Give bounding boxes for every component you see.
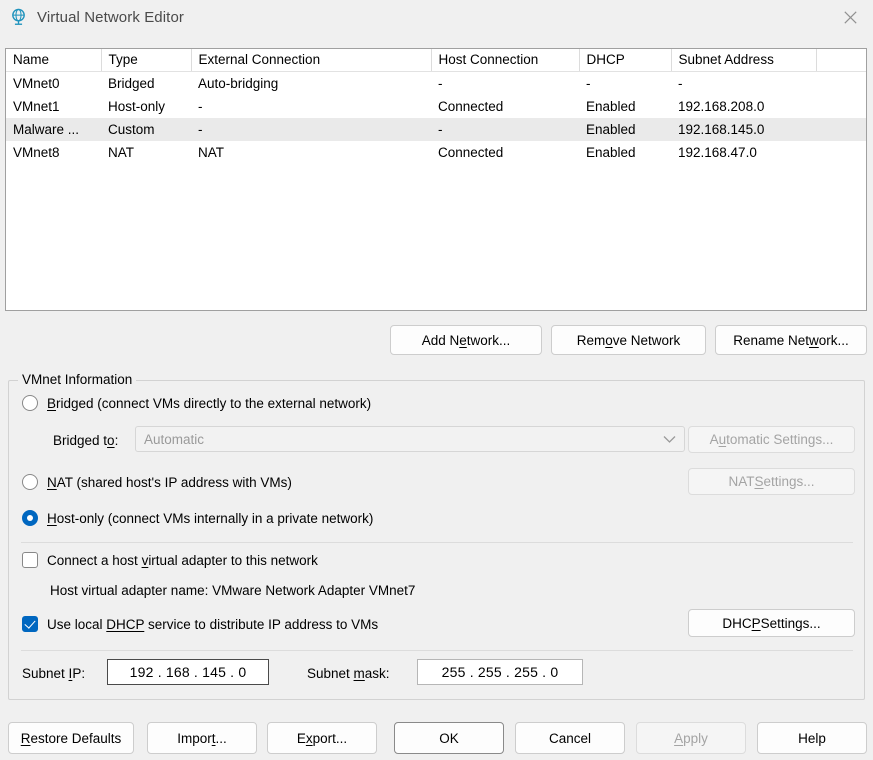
column-header-spacer <box>816 49 866 72</box>
cell-external_connection: - <box>198 98 203 114</box>
table-header-row: Name Type External Connection Host Conne… <box>6 49 866 72</box>
connect-host-adapter-checkbox[interactable] <box>22 552 38 568</box>
cell-dhcp: Enabled <box>586 144 636 160</box>
restore-defaults-button[interactable]: Restore Defaults <box>8 722 134 754</box>
host-adapter-name-text: Host virtual adapter name: VMware Networ… <box>50 583 416 598</box>
column-header-dhcp[interactable]: DHCP <box>579 49 672 72</box>
subnet-mask-value: 255 . 255 . 255 . 0 <box>441 664 559 680</box>
cell-host_connection: - <box>431 117 579 141</box>
bridged-to-label: Bridged to: <box>53 433 119 448</box>
cell-name: VMnet0 <box>13 75 60 91</box>
cell-host_connection: Connected <box>438 98 504 114</box>
bridged-to-combobox[interactable]: Automatic <box>135 426 685 452</box>
nat-settings-button[interactable]: NAT Settings... <box>688 468 855 495</box>
subnet-mask-label: Subnet mask: <box>307 666 390 681</box>
host-only-radio-row[interactable]: Host-only (connect VMs internally in a p… <box>22 510 373 526</box>
rename-network-button[interactable]: Rename Net w ork... <box>715 325 867 355</box>
cell-host_connection: Connected <box>438 144 504 160</box>
column-header-subnet-address[interactable]: Subnet Address <box>671 49 817 72</box>
dhcp-settings-button[interactable]: DHC P Settings... <box>688 609 855 637</box>
dialog-button-bar: Restore Defaults Impor t... Ex port... OK … <box>0 722 873 754</box>
cell-dhcp: Enabled <box>579 117 671 141</box>
nat-radio-row[interactable]: NAT (shared host's IP address with VMs) <box>22 474 292 490</box>
network-table: Name Type External Connection Host Conne… <box>6 49 866 164</box>
connect-host-adapter-label: Connect a host virtual adapter to this n… <box>47 552 318 568</box>
bridged-radio-row[interactable]: Bridged (connect VMs directly to the ext… <box>22 395 371 411</box>
cell-type: NAT <box>108 144 134 160</box>
column-header-host-connection[interactable]: Host Connection <box>431 49 580 72</box>
group-title: VMnet Information <box>18 372 137 387</box>
column-header-name[interactable]: Name <box>6 49 102 72</box>
cell-host_connection: - <box>438 75 443 91</box>
cell-name: Malware ... <box>6 117 101 141</box>
section-divider <box>21 542 853 543</box>
cell-spacer <box>816 117 866 141</box>
title-bar: Virtual Network Editor <box>0 0 873 34</box>
host-only-radio[interactable] <box>22 510 38 526</box>
subnet-divider <box>21 650 853 651</box>
cell-spacer <box>816 95 866 118</box>
window-title: Virtual Network Editor <box>37 8 184 26</box>
chevron-down-icon <box>663 435 676 443</box>
close-button[interactable] <box>827 0 873 34</box>
remove-network-button[interactable]: Rem o ve Network <box>551 325 706 355</box>
cell-dhcp: Enabled <box>586 98 636 114</box>
subnet-ip-label: Subnet IP: <box>22 666 86 681</box>
cell-external_connection: NAT <box>198 144 224 160</box>
nat-radio[interactable] <box>22 474 38 490</box>
cell-dhcp: - <box>586 75 591 91</box>
network-list[interactable]: Name Type External Connection Host Conne… <box>5 48 867 311</box>
host-only-label: Host-only (connect VMs internally in a p… <box>47 510 374 526</box>
column-header-type[interactable]: Type <box>101 49 192 72</box>
network-globe-icon <box>12 8 25 25</box>
use-local-dhcp-checkbox[interactable] <box>22 616 38 632</box>
network-actions: Add Ne twork... Rem o ve Network Rename Net… <box>0 325 873 355</box>
cancel-button[interactable]: Cancel <box>515 722 625 754</box>
subnet-ip-input[interactable]: 192 . 168 . 145 . 0 <box>107 659 269 685</box>
cell-name: VMnet1 <box>13 98 60 114</box>
bridged-label: Bridged (connect VMs directly to the ext… <box>47 395 372 411</box>
apply-button[interactable]: Apply <box>636 722 746 754</box>
cell-external_connection: Auto-bridging <box>198 75 279 91</box>
ok-button[interactable]: OK <box>394 722 504 754</box>
help-button[interactable]: Help <box>757 722 867 754</box>
table-row[interactable]: VMnet8 NAT NAT Connected Enabled 192.168.47.0 <box>6 141 866 164</box>
use-local-dhcp-row[interactable]: Use local DHCP service to distribute IP … <box>22 616 378 632</box>
table-row[interactable]: VMnet1 Host-only - Connected Enabled 192.168.… <box>6 95 866 118</box>
cell-subnet_address: 192.168.47.0 <box>678 144 757 160</box>
bridged-to-value: Automatic <box>144 431 205 447</box>
add-network-button[interactable]: Add Ne twork... <box>390 325 542 355</box>
cell-name: VMnet8 <box>13 144 60 160</box>
cell-subnet_address: 192.168.208.0 <box>678 98 765 114</box>
close-icon <box>843 10 857 24</box>
export-button[interactable]: Ex port... <box>267 722 377 754</box>
cell-external_connection: - <box>191 117 431 141</box>
cell-type: Custom <box>101 117 191 141</box>
column-header-external-connection[interactable]: External Connection <box>191 49 432 72</box>
table-row[interactable]: Malware ... Custom - - Enabled 192.168.145.0 <box>6 117 866 141</box>
table-row[interactable]: VMnet0 Bridged Auto-bridging - - - <box>6 72 866 95</box>
cell-spacer <box>816 72 866 95</box>
automatic-settings-button[interactable]: Au tomatic Settings... <box>688 426 855 453</box>
cell-type: Host-only <box>108 98 166 114</box>
subnet-ip-value: 192 . 168 . 145 . 0 <box>129 664 247 680</box>
bridged-radio[interactable] <box>22 395 38 411</box>
cell-subnet_address: 192.168.145.0 <box>671 117 816 141</box>
nat-label: NAT (shared host's IP address with VMs) <box>47 474 292 490</box>
connect-host-adapter-row[interactable]: Connect a host virtual adapter to this n… <box>22 552 318 568</box>
cell-spacer <box>816 141 866 164</box>
vmnet-information-group: VMnet Information Bridged (connect VMs d… <box>8 372 865 700</box>
subnet-mask-input[interactable]: 255 . 255 . 255 . 0 <box>417 659 583 685</box>
use-local-dhcp-label: Use local DHCP service to distribute IP … <box>47 616 379 632</box>
import-button[interactable]: Impor t... <box>147 722 257 754</box>
cell-type: Bridged <box>108 75 155 91</box>
cell-subnet_address: - <box>678 75 683 91</box>
